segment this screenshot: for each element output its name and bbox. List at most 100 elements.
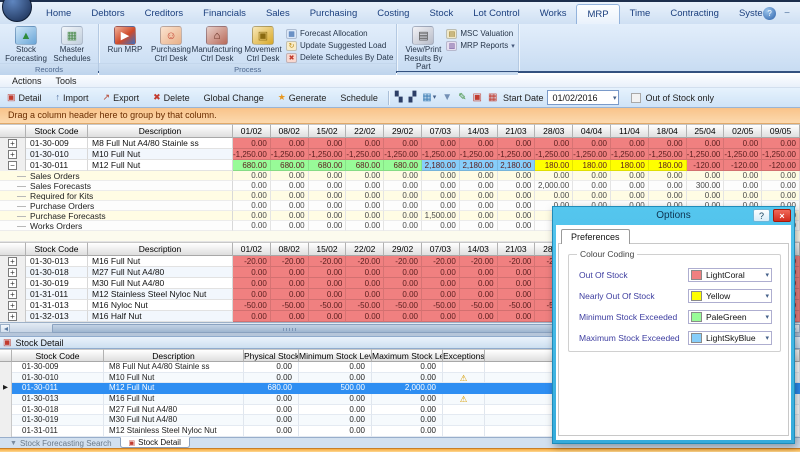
column-header-date[interactable]: 29/02 <box>384 124 422 138</box>
detail-button[interactable]: ▣Detail <box>0 89 49 107</box>
scrollbar-thumb[interactable] <box>52 324 554 333</box>
snapshot-icon[interactable]: ▦▾ <box>419 93 439 103</box>
ribbon-button-purchasing-ctrl-desk[interactable]: ☺Purchasing Ctrl Desk <box>148 26 194 63</box>
value-cell[interactable]: 0.00 <box>498 181 536 191</box>
value-cell[interactable]: 0.00 <box>309 278 347 289</box>
start-date-input[interactable]: 01/02/2016▾ <box>547 90 619 105</box>
column-header-date[interactable]: 11/04 <box>611 124 649 138</box>
value-cell[interactable]: 0.00 <box>384 138 422 149</box>
value-cell[interactable]: -1,250.00 <box>762 149 800 160</box>
value-cell[interactable]: 0.00 <box>233 289 271 300</box>
value-cell[interactable]: -1,250.00 <box>309 149 347 160</box>
description-cell[interactable]: M27 Full Nut A4/80 <box>88 267 233 278</box>
expander-icon[interactable]: + <box>8 279 17 288</box>
value-cell[interactable]: 0.00 <box>309 171 347 181</box>
column-header-description[interactable]: Description <box>104 349 244 362</box>
ribbon-tab-purchasing[interactable]: Purchasing <box>300 4 368 26</box>
value-cell[interactable]: 0.00 <box>460 211 498 221</box>
value-cell[interactable]: 0.00 <box>498 267 536 278</box>
ribbon-tab-home[interactable]: Home <box>36 4 81 26</box>
value-cell[interactable]: 0.00 <box>233 311 271 322</box>
column-header-date[interactable]: 09/05 <box>762 124 800 138</box>
value-cell[interactable]: 0.00 <box>271 191 309 201</box>
value-cell[interactable]: 0.00 <box>611 138 649 149</box>
value-cell[interactable]: 1,500.00 <box>422 211 460 221</box>
edit-layout-icon[interactable]: ✎ <box>455 93 469 103</box>
value-cell[interactable]: 0.00 <box>498 221 536 231</box>
value-cell[interactable]: 0.00 <box>498 171 536 181</box>
export-button[interactable]: ↗Export <box>96 89 147 107</box>
app-orb-button[interactable] <box>2 0 32 22</box>
description-cell[interactable]: M30 Full Nut A4/80 <box>88 278 233 289</box>
value-cell[interactable]: 0.00 <box>384 289 422 300</box>
value-cell[interactable]: -1,250.00 <box>687 149 725 160</box>
value-cell[interactable]: 0.00 <box>649 138 687 149</box>
column-header-exceptions[interactable]: Exceptions <box>443 349 485 362</box>
scroll-left-arrow-icon[interactable] <box>0 324 10 333</box>
value-cell[interactable]: 0.00 <box>649 191 687 201</box>
value-cell[interactable]: 0.00 <box>498 278 536 289</box>
bottom-tab-stock-detail[interactable]: ▣Stock Detail <box>120 437 190 448</box>
value-cell[interactable]: 0.00 <box>724 181 762 191</box>
column-header-date[interactable]: 07/03 <box>422 242 460 256</box>
expander-icon[interactable]: + <box>8 290 17 299</box>
value-cell[interactable]: 180.00 <box>535 160 573 171</box>
description-cell[interactable]: M8 Full Nut A4/80 Stainle ss <box>104 362 244 373</box>
value-cell[interactable]: -20.00 <box>346 256 384 267</box>
value-cell[interactable]: 300.00 <box>687 181 725 191</box>
value-cell[interactable]: -20.00 <box>271 256 309 267</box>
ribbon-tab-creditors[interactable]: Creditors <box>135 4 194 26</box>
filter-icon[interactable]: ▼ <box>439 93 455 103</box>
child-row-label[interactable]: Purchase Orders <box>0 201 233 211</box>
column-header-description[interactable]: Description <box>88 242 233 256</box>
import-button[interactable]: ↑Import <box>49 89 96 107</box>
stock-code-cell[interactable]: 01-30-019 <box>12 415 104 426</box>
expander-icon[interactable]: − <box>8 161 17 170</box>
value-cell[interactable]: 0.00 <box>422 311 460 322</box>
value-cell[interactable]: 0.00 <box>271 171 309 181</box>
value-cell[interactable]: 0.00 <box>309 311 347 322</box>
help-icon[interactable]: ? <box>763 7 776 20</box>
value-cell[interactable]: -20.00 <box>309 256 347 267</box>
value-cell[interactable]: 0.00 <box>422 181 460 191</box>
ribbon-button-manufacturing-ctrl-desk[interactable]: ⌂Manufacturing Ctrl Desk <box>194 26 240 63</box>
collapse-ribbon-icon[interactable]: − <box>784 9 790 19</box>
stock-code-cell[interactable]: 01-31-011 <box>26 289 88 300</box>
stock-code-cell[interactable]: 01-31-013 <box>26 300 88 311</box>
column-header-stock-code[interactable]: Stock Code <box>12 349 104 362</box>
value-cell[interactable]: 0.00 <box>384 278 422 289</box>
description-cell[interactable]: M12 Stainless Steel Nyloc Nut <box>88 289 233 300</box>
value-cell[interactable]: 0.00 <box>573 138 611 149</box>
physical-stock-cell[interactable]: 680.00 <box>244 383 299 394</box>
ribbon-button-forecast-allocation[interactable]: ▦Forecast Allocation <box>286 28 393 39</box>
value-cell[interactable]: 0.00 <box>535 191 573 201</box>
ribbon-button-msc-valuation[interactable]: ▤MSC Valuation <box>446 28 514 39</box>
value-cell[interactable]: 0.00 <box>460 221 498 231</box>
description-cell[interactable]: M16 Full Nut <box>88 256 233 267</box>
ribbon-tab-sales[interactable]: Sales <box>256 4 300 26</box>
maximum-stock-cell[interactable]: 0.00 <box>372 373 443 384</box>
maximum-stock-cell[interactable]: 0.00 <box>372 415 443 426</box>
menu-tools[interactable]: Tools <box>50 75 83 87</box>
value-cell[interactable]: -1,250.00 <box>422 149 460 160</box>
minimum-stock-cell[interactable]: 0.00 <box>299 394 372 405</box>
ribbon-tab-debtors[interactable]: Debtors <box>81 4 134 26</box>
value-cell[interactable]: 0.00 <box>498 211 536 221</box>
minimum-stock-cell[interactable]: 0.00 <box>299 415 372 426</box>
dialog-close-button[interactable]: × <box>773 209 791 222</box>
value-cell[interactable]: -20.00 <box>384 256 422 267</box>
stock-code-cell[interactable]: 01-30-018 <box>26 267 88 278</box>
value-cell[interactable]: 0.00 <box>271 289 309 300</box>
value-cell[interactable]: 0.00 <box>233 278 271 289</box>
value-cell[interactable]: 0.00 <box>346 211 384 221</box>
ribbon-tab-mrp[interactable]: MRP <box>576 4 619 26</box>
value-cell[interactable]: 0.00 <box>309 221 347 231</box>
value-cell[interactable]: 2,000.00 <box>535 181 573 191</box>
value-cell[interactable]: 0.00 <box>422 289 460 300</box>
value-cell[interactable]: 0.00 <box>573 181 611 191</box>
stock-code-cell[interactable]: 01-30-010 <box>12 373 104 384</box>
value-cell[interactable]: -1,250.00 <box>573 149 611 160</box>
expander-icon[interactable]: + <box>8 257 17 266</box>
maximum-stock-cell[interactable]: 0.00 <box>372 362 443 373</box>
value-cell[interactable]: -50.00 <box>346 300 384 311</box>
